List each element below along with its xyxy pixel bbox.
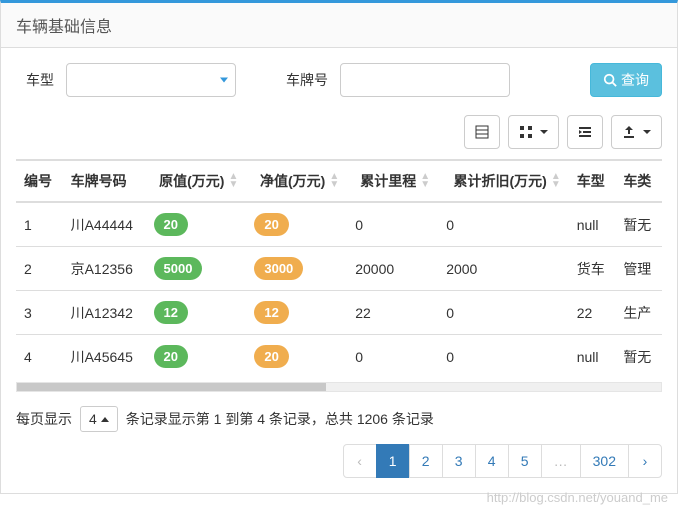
vehicle-panel: 车辆基础信息 车型 车牌号 查询 [0, 0, 678, 494]
plate-input[interactable] [340, 63, 510, 97]
page-5[interactable]: 5 [508, 444, 542, 478]
value-badge: 5000 [154, 257, 203, 280]
value-badge: 12 [154, 301, 188, 324]
records-summary: 条记录显示第 1 到第 4 条记录，总共 1206 条记录 [126, 409, 434, 429]
columns-button[interactable] [508, 115, 559, 149]
scrollbar-thumb[interactable] [17, 383, 326, 391]
export-button[interactable] [611, 115, 662, 149]
table-header-row: 编号 车牌号码 原值(万元) 净值(万元) 累计里程 累计折旧(万元) 车型 车… [16, 161, 662, 203]
page-3[interactable]: 3 [442, 444, 476, 478]
page-ellipsis: … [541, 444, 581, 478]
value-badge: 3000 [254, 257, 303, 280]
plate-label: 车牌号 [286, 70, 328, 90]
panel-title: 车辆基础信息 [1, 3, 677, 48]
table-body: 1 川A44444 20 20 0 0 null 暂无 2 京A12356 50… [16, 202, 662, 378]
value-badge: 20 [254, 345, 288, 368]
chevron-down-icon [220, 78, 228, 83]
page-1[interactable]: 1 [376, 444, 410, 478]
col-mileage[interactable]: 累计里程 [347, 161, 438, 203]
caret-down-icon [540, 130, 548, 134]
page-prev[interactable]: ‹ [343, 444, 377, 478]
grid-icon [519, 125, 533, 139]
table-footer: 每页显示 4 条记录显示第 1 到第 4 条记录，总共 1206 条记录 [16, 406, 662, 432]
col-category[interactable]: 车类 [615, 161, 662, 203]
vehicle-type-label: 车型 [26, 70, 54, 90]
col-plate[interactable]: 车牌号码 [63, 161, 146, 203]
pagination: ‹ 1 2 3 4 5 … 302 › [16, 444, 662, 478]
value-badge: 20 [254, 213, 288, 236]
page-2[interactable]: 2 [409, 444, 443, 478]
caret-up-icon [101, 417, 109, 422]
value-badge: 20 [154, 345, 188, 368]
filter-row: 车型 车牌号 查询 [16, 63, 662, 97]
col-net[interactable]: 净值(万元) [246, 161, 347, 203]
col-type[interactable]: 车型 [569, 161, 616, 203]
export-icon [622, 125, 636, 139]
page-size-label: 每页显示 [16, 409, 72, 429]
table-row[interactable]: 1 川A44444 20 20 0 0 null 暂无 [16, 202, 662, 247]
search-button-label: 查询 [621, 70, 649, 90]
table-row[interactable]: 3 川A12342 12 12 22 0 22 生产 [16, 291, 662, 335]
table-row[interactable]: 2 京A12356 5000 3000 20000 2000 货车 管理 [16, 247, 662, 291]
page-last[interactable]: 302 [580, 444, 629, 478]
horizontal-scrollbar[interactable] [16, 382, 662, 392]
page-size-select[interactable]: 4 [80, 406, 118, 432]
toggle-view-button[interactable] [464, 115, 500, 149]
value-badge: 12 [254, 301, 288, 324]
search-button[interactable]: 查询 [590, 63, 662, 97]
vehicle-table: 编号 车牌号码 原值(万元) 净值(万元) 累计里程 累计折旧(万元) 车型 车… [16, 160, 662, 378]
sort-icon [551, 173, 561, 189]
indent-icon [578, 125, 592, 139]
table-row[interactable]: 4 川A45645 20 20 0 0 null 暂无 [16, 335, 662, 379]
search-icon [603, 73, 617, 87]
page-next[interactable]: › [628, 444, 662, 478]
caret-down-icon [643, 130, 651, 134]
refresh-button[interactable] [567, 115, 603, 149]
col-original[interactable]: 原值(万元) [146, 161, 247, 203]
sort-icon [420, 173, 430, 189]
sort-icon [228, 173, 238, 189]
col-depreciation[interactable]: 累计折旧(万元) [438, 161, 569, 203]
table-toolbar [16, 115, 662, 149]
col-id[interactable]: 编号 [16, 161, 63, 203]
page-4[interactable]: 4 [475, 444, 509, 478]
value-badge: 20 [154, 213, 188, 236]
vehicle-type-select[interactable] [66, 63, 236, 97]
list-icon [475, 125, 489, 139]
vehicle-type-input[interactable] [66, 63, 236, 97]
sort-icon [329, 173, 339, 189]
panel-body: 车型 车牌号 查询 [1, 48, 677, 493]
table-scroll[interactable]: 编号 车牌号码 原值(万元) 净值(万元) 累计里程 累计折旧(万元) 车型 车… [16, 159, 662, 378]
